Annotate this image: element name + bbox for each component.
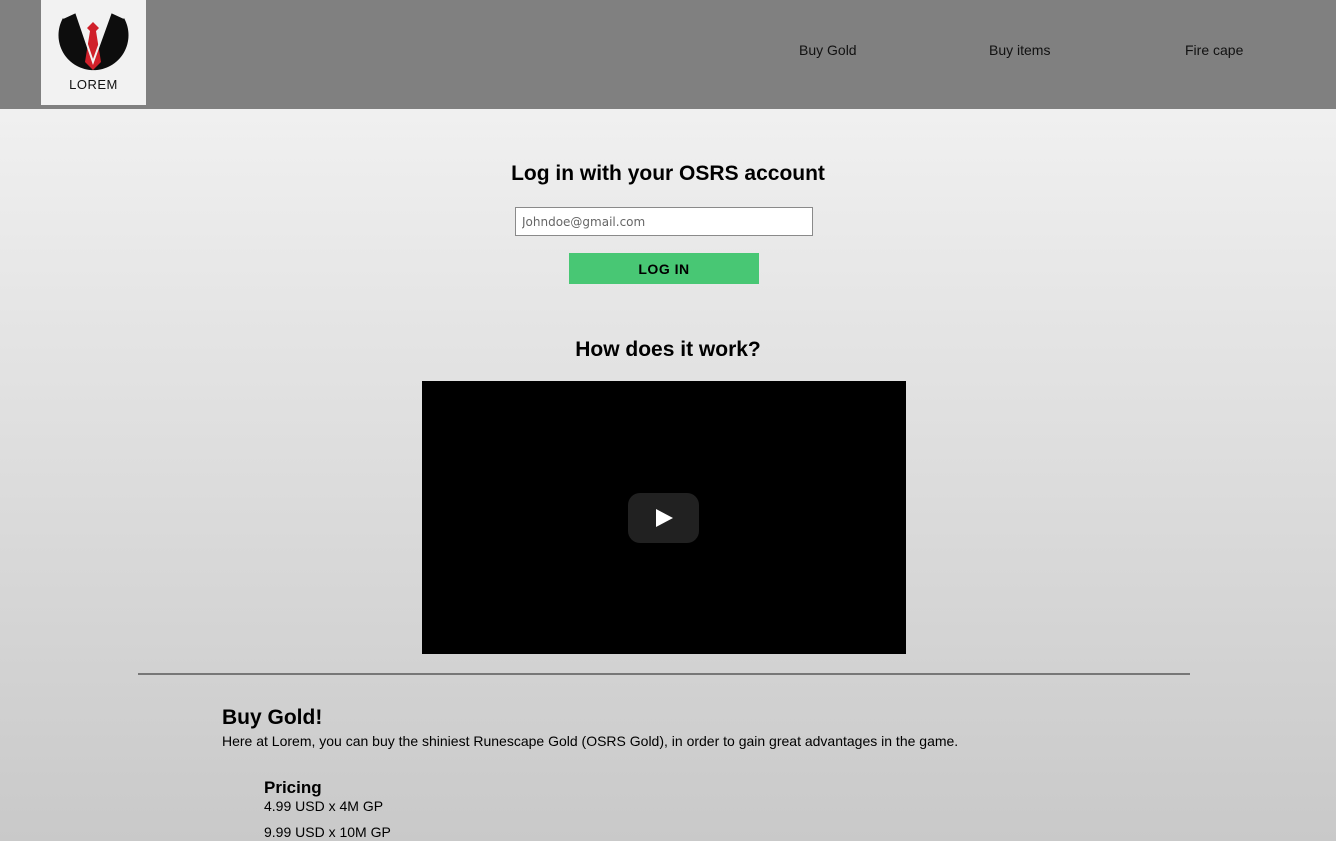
- video-player[interactable]: [422, 381, 906, 654]
- nav-buy-items[interactable]: Buy items: [989, 42, 1050, 58]
- buy-gold-description: Here at Lorem, you can buy the shiniest …: [222, 733, 959, 749]
- buy-gold-heading: Buy Gold!: [222, 706, 323, 729]
- login-title: Log in with your OSRS account: [511, 162, 825, 185]
- site-header: LOREM Buy Gold Buy items Fire cape: [0, 0, 1336, 109]
- nav-fire-cape[interactable]: Fire cape: [1185, 42, 1243, 58]
- price-item: 4.99 USD x 4M GP: [264, 798, 384, 814]
- login-button[interactable]: LOG IN: [569, 253, 759, 284]
- play-button[interactable]: [628, 493, 699, 543]
- section-divider: [138, 673, 1190, 675]
- logo-text: LOREM: [69, 77, 118, 92]
- nav-buy-gold[interactable]: Buy Gold: [799, 42, 857, 58]
- logo[interactable]: LOREM: [41, 0, 146, 105]
- email-field[interactable]: [515, 207, 813, 236]
- pricing-heading: Pricing: [264, 778, 322, 797]
- price-item: 9.99 USD x 10M GP: [264, 824, 391, 840]
- play-icon: [656, 509, 673, 527]
- how-it-works-title: How does it work?: [575, 338, 761, 361]
